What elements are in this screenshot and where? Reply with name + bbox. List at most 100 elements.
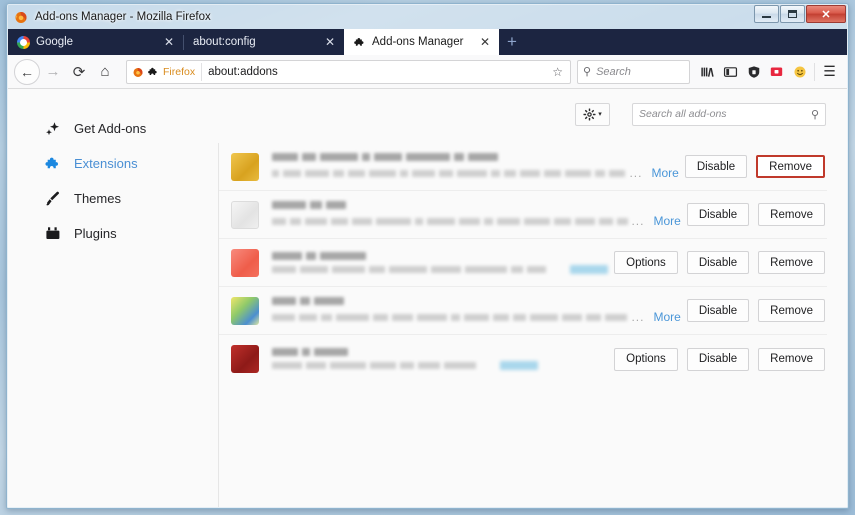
search-icon: ⚲ (583, 66, 592, 78)
table-row[interactable]: Options Disable Remove (219, 239, 827, 287)
chevron-down-icon: ▾ (598, 111, 602, 118)
addon-description-row (272, 264, 609, 274)
addon-description-redacted (272, 362, 476, 369)
table-row[interactable]: ... More Disable Remove (219, 143, 827, 191)
library-icon[interactable] (696, 59, 719, 85)
reload-button[interactable]: ⟳ (66, 59, 92, 85)
tab-addons-manager[interactable]: Add-ons Manager ✕ (344, 29, 499, 55)
close-window-button[interactable]: ✕ (806, 5, 846, 23)
remove-button[interactable]: Remove (758, 299, 825, 322)
sidebar-icon[interactable] (719, 59, 742, 85)
toolbar-icon-group: ☰ (696, 59, 841, 85)
sidebar-item-get-addons[interactable]: Get Add-ons (8, 111, 218, 146)
addon-text: ... More (272, 201, 687, 228)
addon-description-redacted (272, 313, 628, 321)
addon-more-link-redacted[interactable] (570, 264, 609, 274)
addon-more-link[interactable]: More (653, 214, 680, 228)
table-row[interactable]: ... More Disable Remove (219, 191, 827, 239)
addon-description-row: ... More (272, 166, 679, 180)
screenshot-icon[interactable] (765, 59, 788, 85)
addon-description-row (272, 361, 608, 370)
shield-icon[interactable] (742, 59, 765, 85)
search-placeholder: Search all add-ons (639, 108, 727, 120)
addon-icon (231, 296, 259, 325)
disable-button[interactable]: Disable (686, 299, 750, 322)
disable-button[interactable]: Disable (686, 251, 750, 274)
identity-box[interactable]: Firefox (132, 62, 203, 81)
puzzle-icon (148, 67, 157, 75)
addon-icon (231, 152, 259, 181)
addon-actions: Options Disable Remove (614, 251, 825, 274)
sidebar-item-plugins[interactable]: Plugins (8, 216, 218, 251)
search-all-addons-input[interactable]: Search all add-ons ⚲ (632, 102, 826, 126)
puzzle-icon (354, 37, 364, 46)
addon-icon (231, 345, 259, 373)
addon-name-redacted (272, 153, 679, 161)
search-icon: ⚲ (810, 108, 819, 121)
extensions-puzzle-icon (44, 155, 62, 173)
navigation-toolbar: ← → ⟳ ⌂ Firefox about:addons ☆ ⚲ Search (8, 55, 847, 89)
title-bar: Add-ons Manager - Mozilla Firefox ✕ (7, 4, 848, 29)
addon-text (272, 251, 614, 274)
addons-list: ... More Disable Remove ... More Disable… (218, 143, 827, 507)
tab-close-icon[interactable]: ✕ (322, 36, 338, 48)
window-title: Add-ons Manager - Mozilla Firefox (35, 10, 211, 23)
addons-list-header: ▾ Search all add-ons ⚲ (218, 101, 827, 127)
search-placeholder: Search (596, 65, 631, 78)
gear-icon[interactable]: ▾ (575, 102, 610, 126)
addon-text (272, 348, 614, 370)
tab-google[interactable]: Google ✕ (8, 29, 183, 55)
addon-text: ... More (272, 153, 685, 180)
tab-about-config[interactable]: about:config ✕ (184, 29, 344, 55)
addon-actions: Disable Remove (686, 203, 825, 226)
table-row[interactable]: Options Disable Remove (219, 335, 827, 383)
tab-strip: Google ✕ about:config ✕ Add-ons Manager … (8, 29, 847, 55)
addon-actions: Disable Remove (686, 299, 825, 322)
addon-icon (231, 248, 259, 277)
addon-text: ... More (272, 297, 687, 324)
back-button[interactable]: ← (14, 58, 40, 85)
tab-label: about:config (193, 36, 256, 48)
maximize-button[interactable] (780, 5, 805, 23)
addon-icon (231, 200, 259, 229)
minimize-button[interactable] (754, 5, 779, 23)
sidebar-item-extensions[interactable]: Extensions (8, 146, 218, 181)
url-text[interactable]: about:addons (208, 66, 549, 78)
bookmark-star-icon[interactable]: ☆ (549, 65, 566, 79)
addon-more-link[interactable]: More (651, 166, 678, 180)
sidebar-item-label: Themes (74, 191, 121, 206)
addon-description-redacted (272, 169, 626, 177)
tab-close-icon[interactable]: ✕ (477, 36, 493, 48)
smiley-icon[interactable] (788, 59, 811, 85)
themes-brush-icon (44, 190, 62, 208)
new-tab-button[interactable]: + (499, 29, 525, 55)
addon-more-link[interactable]: More (653, 310, 680, 324)
disable-button[interactable]: Disable (684, 155, 748, 178)
remove-button[interactable]: Remove (758, 203, 825, 226)
remove-button[interactable]: Remove (756, 155, 825, 178)
disable-button[interactable]: Disable (686, 203, 750, 226)
url-bar[interactable]: Firefox about:addons ☆ (126, 59, 571, 84)
options-button[interactable]: Options (614, 251, 678, 274)
window-controls: ✕ (753, 5, 846, 23)
table-row[interactable]: ... More Disable Remove (219, 287, 827, 335)
tab-close-icon[interactable]: ✕ (161, 36, 177, 48)
options-button[interactable]: Options (614, 347, 678, 371)
addon-name-redacted (272, 297, 681, 305)
hamburger-menu-icon[interactable]: ☰ (818, 59, 841, 85)
addon-description-ellipsis: ... (631, 310, 645, 324)
addon-name-redacted (272, 251, 608, 260)
addon-description-redacted (272, 217, 628, 225)
search-bar[interactable]: ⚲ Search (577, 59, 690, 84)
forward-button[interactable]: → (40, 59, 66, 85)
addon-description-row: ... More (272, 214, 681, 228)
disable-button[interactable]: Disable (686, 347, 750, 371)
home-button[interactable]: ⌂ (92, 59, 118, 85)
remove-button[interactable]: Remove (758, 251, 825, 274)
addons-list-pane: ▾ Search all add-ons ⚲ ... More Disable … (218, 89, 847, 507)
addon-more-link-redacted[interactable] (500, 361, 538, 370)
addon-name-redacted (272, 201, 681, 209)
addon-description-redacted (272, 265, 547, 273)
sidebar-item-themes[interactable]: Themes (8, 181, 218, 216)
remove-button[interactable]: Remove (758, 347, 825, 371)
